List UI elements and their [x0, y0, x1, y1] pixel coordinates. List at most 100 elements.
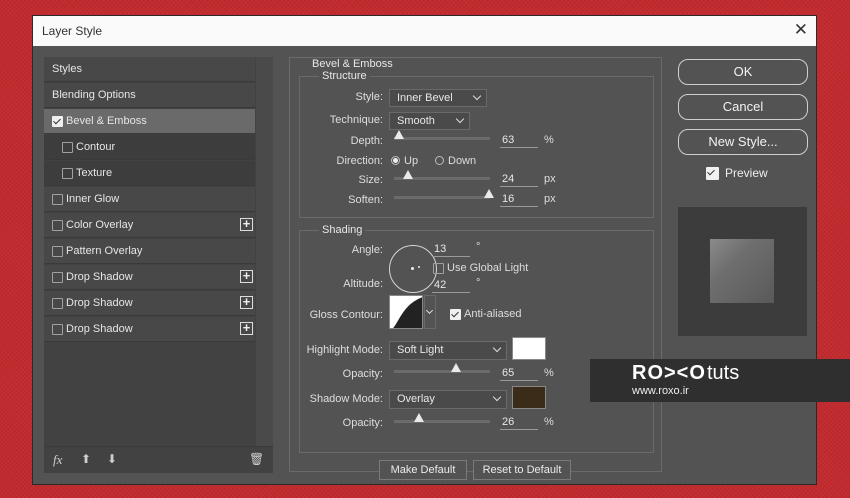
style-item[interactable]: Contour [44, 135, 255, 160]
style-item-label: Inner Glow [66, 193, 120, 205]
style-item-checkbox[interactable] [52, 116, 63, 127]
style-item-checkbox[interactable] [52, 246, 63, 257]
style-item-label: Styles [52, 63, 82, 75]
chevron-down-icon [455, 114, 465, 124]
style-item[interactable]: Texture [44, 161, 255, 186]
style-item[interactable]: Bevel & Emboss [44, 109, 255, 134]
style-item-checkbox[interactable] [52, 324, 63, 335]
angle-input[interactable]: 13 [432, 243, 470, 257]
section-title: Bevel & Emboss [309, 58, 396, 70]
watermark-banner: RO><O tuts www.roxo.ir [590, 359, 850, 402]
shadow-opacity-input[interactable]: 26 [500, 416, 538, 430]
anti-aliased-label: Anti-aliased [464, 308, 522, 320]
style-item[interactable]: Blending Options [44, 83, 255, 108]
style-value: Inner Bevel [397, 92, 453, 104]
style-item[interactable]: Styles [44, 57, 255, 82]
size-input[interactable]: 24 [500, 173, 538, 187]
highlight-color-swatch[interactable] [512, 337, 546, 360]
highlight-opacity-slider[interactable] [394, 363, 490, 373]
style-item-label: Drop Shadow [66, 323, 133, 335]
preview-checkbox[interactable] [706, 167, 719, 180]
styles-scrollbar[interactable] [256, 57, 273, 460]
close-icon[interactable]: ✕ [794, 21, 808, 39]
angle-dial[interactable] [389, 245, 437, 293]
style-dropdown[interactable]: Inner Bevel [389, 89, 487, 107]
move-up-icon[interactable]: ⬆ [81, 452, 91, 466]
make-default-button[interactable]: Make Default [379, 460, 467, 480]
soften-unit: px [544, 193, 556, 205]
chevron-down-icon [492, 343, 502, 353]
style-item[interactable]: Drop Shadow + [44, 317, 255, 342]
soften-slider[interactable] [394, 189, 494, 199]
trash-icon[interactable]: 🗑 [249, 452, 264, 466]
soften-input[interactable]: 16 [500, 193, 538, 207]
depth-slider-thumb[interactable] [394, 130, 404, 139]
shadow-opacity-slider[interactable] [394, 413, 490, 423]
chevron-down-icon [472, 91, 482, 101]
soften-label: Soften: [348, 194, 383, 206]
style-item-label: Bevel & Emboss [66, 115, 147, 127]
size-label: Size: [358, 174, 383, 186]
styles-list: Styles Blending Options Bevel & Emboss Cont… [44, 57, 273, 472]
style-item-checkbox[interactable] [62, 142, 73, 153]
highlight-mode-dropdown[interactable]: Soft Light [389, 341, 507, 360]
banner-tuts: tuts [707, 362, 740, 384]
shadow-mode-value: Overlay [397, 393, 435, 405]
size-slider[interactable] [394, 170, 490, 180]
add-icon[interactable]: + [240, 295, 253, 309]
style-item-checkbox[interactable] [52, 220, 63, 231]
style-item-checkbox[interactable] [52, 194, 63, 205]
gloss-contour-swatch[interactable] [389, 295, 423, 329]
gloss-contour-dropdown[interactable] [424, 295, 436, 329]
add-icon[interactable]: + [240, 321, 253, 335]
preview-label: Preview [725, 166, 768, 180]
reset-to-default-button[interactable]: Reset to Default [473, 460, 571, 480]
direction-up-radio[interactable] [391, 156, 400, 165]
structure-group: Structure Style: Inner Bevel Technique: … [299, 70, 654, 218]
add-icon[interactable]: + [240, 269, 253, 283]
highlight-opacity-thumb[interactable] [451, 363, 461, 372]
cancel-button[interactable]: Cancel [678, 94, 808, 120]
size-slider-thumb[interactable] [403, 170, 413, 179]
style-item[interactable]: Color Overlay + [44, 213, 255, 238]
style-item[interactable]: Inner Glow [44, 187, 255, 212]
style-item-checkbox[interactable] [52, 298, 63, 309]
layer-style-dialog: Layer Style ✕ Styles Blending Options Beve… [32, 15, 817, 485]
technique-label: Technique: [329, 114, 383, 126]
altitude-input[interactable]: 42 [432, 279, 470, 293]
angle-dial-center [411, 267, 414, 270]
soften-slider-thumb[interactable] [484, 189, 494, 198]
chevron-down-icon [492, 392, 502, 402]
highlight-opacity-input[interactable]: 65 [500, 367, 538, 381]
style-item-checkbox[interactable] [52, 272, 63, 283]
shading-title: Shading [319, 224, 366, 236]
style-item-label: Drop Shadow [66, 271, 133, 283]
style-item[interactable]: Pattern Overlay [44, 239, 255, 264]
style-item-checkbox[interactable] [62, 168, 73, 179]
direction-label: Direction: [336, 155, 383, 167]
style-item[interactable]: Drop Shadow + [44, 291, 255, 316]
angle-unit: ° [476, 241, 481, 253]
shadow-opacity-label: Opacity: [342, 417, 383, 429]
global-light-checkbox[interactable] [433, 263, 444, 274]
shadow-color-swatch[interactable] [512, 386, 546, 409]
add-icon[interactable]: + [240, 217, 253, 231]
gloss-contour-curve [391, 296, 422, 328]
technique-value: Smooth [397, 115, 435, 127]
direction-down-radio[interactable] [435, 156, 444, 165]
new-style-button[interactable]: New Style... [678, 129, 808, 155]
anti-aliased-checkbox[interactable] [450, 309, 461, 320]
move-down-icon[interactable]: ⬇ [107, 452, 117, 466]
shadow-mode-label: Shadow Mode: [309, 393, 383, 405]
technique-dropdown[interactable]: Smooth [389, 112, 470, 130]
altitude-label: Altitude: [343, 278, 383, 290]
depth-input[interactable]: 63 [500, 134, 538, 148]
altitude-unit: ° [476, 277, 481, 289]
shadow-opacity-thumb[interactable] [414, 413, 424, 422]
style-item[interactable]: Drop Shadow + [44, 265, 255, 290]
fx-icon[interactable]: fx [53, 452, 62, 468]
depth-slider[interactable] [394, 130, 490, 140]
title-bar: Layer Style ✕ [33, 16, 816, 46]
ok-button[interactable]: OK [678, 59, 808, 85]
shadow-mode-dropdown[interactable]: Overlay [389, 390, 507, 409]
